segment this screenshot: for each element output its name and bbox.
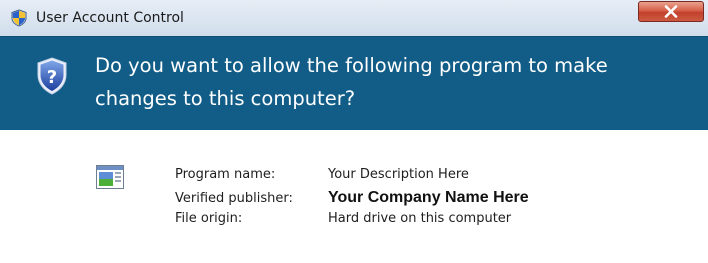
- file-origin-label: File origin:: [175, 211, 243, 226]
- program-details: Program name: Your Description Here Veri…: [0, 130, 708, 263]
- file-origin-row: File origin: Hard drive on this computer: [175, 211, 529, 233]
- program-name-value: Your Description Here: [328, 167, 469, 182]
- publisher-row: Verified publisher: Your Company Name He…: [175, 189, 529, 211]
- question-banner: ? Do you want to allow the following pro…: [0, 36, 708, 130]
- window-title: User Account Control: [36, 10, 184, 26]
- title-bar[interactable]: User Account Control: [0, 0, 708, 37]
- question-shield-icon: ?: [36, 57, 68, 95]
- program-name-row: Program name: Your Description Here: [175, 167, 529, 189]
- uac-shield-icon: [10, 9, 28, 27]
- publisher-value: Your Company Name Here: [328, 189, 529, 206]
- program-name-label: Program name:: [175, 167, 276, 182]
- publisher-label: Verified publisher:: [175, 191, 293, 206]
- file-origin-value: Hard drive on this computer: [328, 211, 512, 226]
- uac-dialog: User Account Control ? Do you want to al…: [0, 0, 708, 263]
- svg-text:?: ?: [47, 67, 57, 88]
- close-button[interactable]: [638, 1, 704, 22]
- program-window-icon: [96, 165, 124, 189]
- question-text: Do you want to allow the following progr…: [95, 54, 608, 110]
- details-rows: Program name: Your Description Here Veri…: [175, 167, 529, 233]
